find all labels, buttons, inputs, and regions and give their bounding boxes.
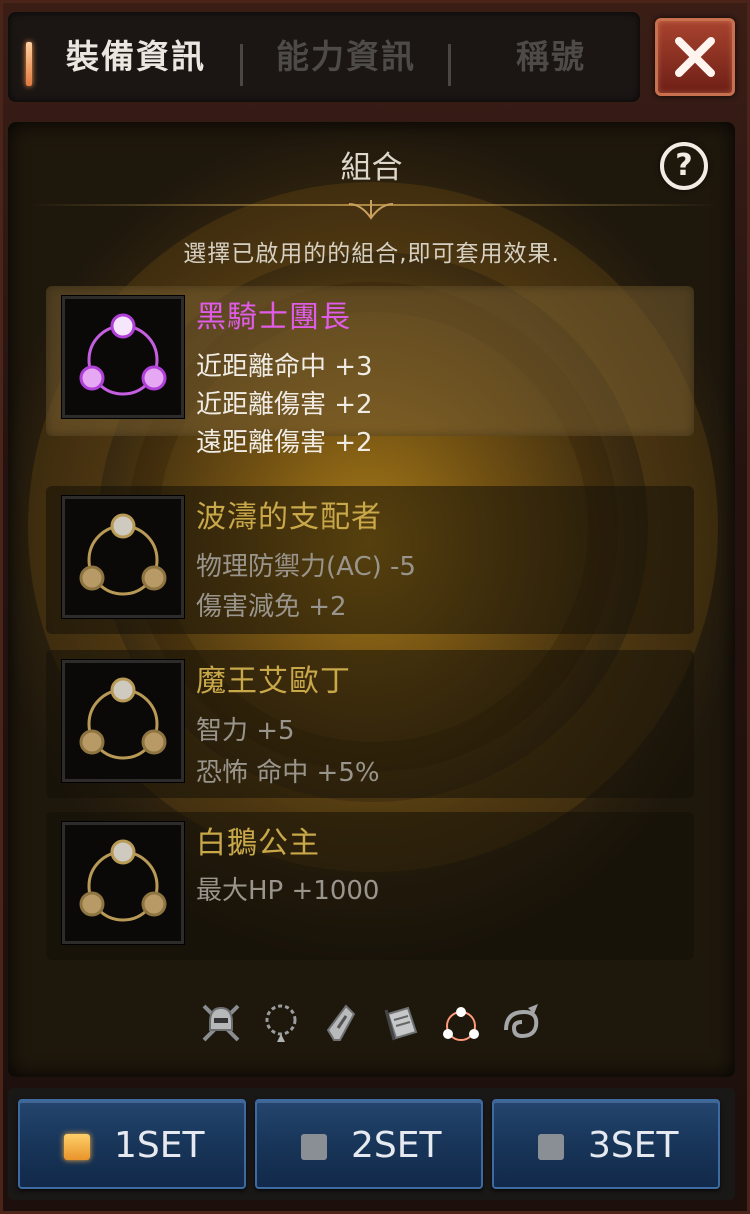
- set-item-black-knight[interactable]: 黑騎士團長 近距離命中 +3 近距離傷害 +2 遠距離傷害 +2: [46, 286, 694, 458]
- tab-bar: 裝備資訊 能力資訊 稱號: [8, 12, 640, 102]
- close-icon: [675, 37, 715, 77]
- set-effect: 近距離命中 +3: [196, 352, 373, 382]
- unselected-indicator: [538, 1134, 564, 1160]
- category-icon-bar: [198, 1000, 544, 1050]
- active-tab-indicator: [26, 42, 32, 86]
- set-3-button[interactable]: 3SET: [492, 1099, 720, 1189]
- set-2-button[interactable]: 2SET: [255, 1099, 483, 1189]
- set-effect: 智力 +5: [196, 716, 295, 746]
- set-item-demon-king[interactable]: 魔王艾歐丁 智力 +5 恐怖 命中 +5%: [46, 650, 694, 798]
- set-effect: 傷害減免 +2: [196, 592, 347, 622]
- set-name: 魔王艾歐丁: [196, 664, 351, 699]
- set-combo-icon: [62, 496, 184, 618]
- set-name: 白鵝公主: [196, 826, 320, 861]
- necklace-icon[interactable]: [258, 1000, 304, 1046]
- set-button-label: 3SET: [588, 1125, 679, 1166]
- set-button-label: 2SET: [351, 1125, 442, 1166]
- dragon-icon[interactable]: [498, 1000, 544, 1046]
- selected-indicator: [64, 1134, 90, 1160]
- set-combo-panel: 組合 ? 選擇已啟用的的組合,即可套用效果. 黑騎士團長 近距離命中 +3 近距…: [8, 122, 735, 1077]
- tab-separator: [448, 44, 451, 86]
- set-effect: 最大HP +1000: [196, 876, 380, 906]
- set-1-button[interactable]: 1SET: [18, 1099, 246, 1189]
- ornament-icon: [348, 200, 394, 220]
- set-name: 波濤的支配者: [196, 500, 382, 535]
- tab-separator: [240, 44, 243, 86]
- amulet-icon[interactable]: [318, 1000, 364, 1046]
- set-combo-icon: [62, 660, 184, 782]
- set-item-wave-ruler[interactable]: 波濤的支配者 物理防禦力(AC) -5 傷害減免 +2: [46, 486, 694, 634]
- tab-equipment-info[interactable]: 裝備資訊: [66, 12, 206, 102]
- set-combo-icon[interactable]: [438, 1000, 484, 1046]
- set-effect: 近距離傷害 +2: [196, 390, 373, 420]
- set-button-label: 1SET: [114, 1125, 205, 1166]
- set-effect: 遠距離傷害 +2: [196, 428, 373, 458]
- scroll-icon[interactable]: [378, 1000, 424, 1046]
- panel-title: 組合: [340, 150, 403, 186]
- tab-ability-info[interactable]: 能力資訊: [276, 12, 416, 102]
- help-icon[interactable]: ?: [660, 142, 708, 190]
- helmet-skull-icon[interactable]: [198, 1000, 244, 1046]
- close-button[interactable]: [655, 18, 735, 96]
- set-name: 黑騎士團長: [196, 300, 351, 335]
- instruction-text: 選擇已啟用的的組合,即可套用效果.: [183, 241, 560, 267]
- set-combo-icon: [62, 822, 184, 944]
- set-effect: 恐怖 命中 +5%: [196, 758, 380, 788]
- unselected-indicator: [301, 1134, 327, 1160]
- tab-title[interactable]: 稱號: [516, 12, 586, 102]
- set-combo-icon: [62, 296, 184, 418]
- set-item-swan-princess[interactable]: 白鵝公主 最大HP +1000: [46, 812, 694, 960]
- set-effect: 物理防禦力(AC) -5: [196, 552, 416, 582]
